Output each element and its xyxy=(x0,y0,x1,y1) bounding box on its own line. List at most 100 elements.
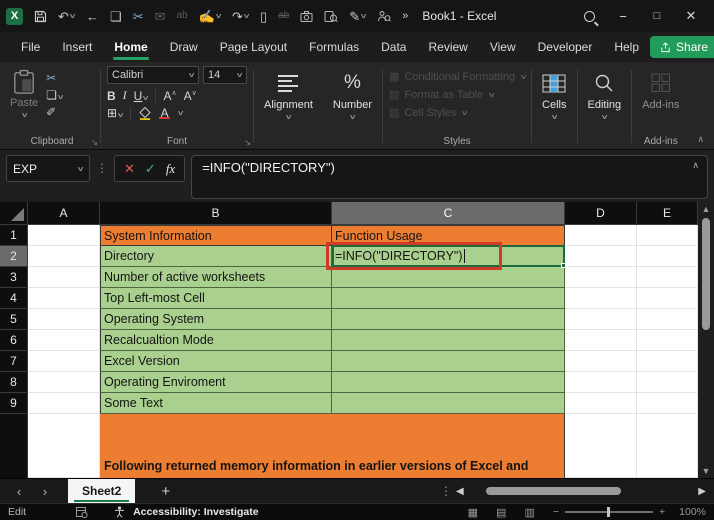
collapse-ribbon-icon[interactable]: ∧ xyxy=(697,134,704,145)
cell-e10[interactable] xyxy=(637,414,698,478)
next-sheet-icon[interactable]: › xyxy=(34,484,56,499)
cell-c9[interactable] xyxy=(332,393,565,414)
macro-record-icon[interactable] xyxy=(76,506,88,518)
insert-function-button[interactable]: fx xyxy=(166,161,175,177)
row-header-7[interactable]: 7 xyxy=(0,351,28,372)
person-search-icon[interactable] xyxy=(377,10,392,23)
minimize-button[interactable]: − xyxy=(606,1,640,31)
copy-icon[interactable]: ❏ xyxy=(110,10,122,23)
cell-e9[interactable] xyxy=(637,393,698,414)
page-layout-view-icon[interactable]: ▤ xyxy=(496,506,506,519)
paste-button[interactable]: Paste ∨ xyxy=(10,66,38,122)
row-header-8[interactable]: 8 xyxy=(0,372,28,393)
cell-a2[interactable] xyxy=(28,246,100,267)
row-header-1[interactable]: 1 xyxy=(0,225,28,246)
italic-button[interactable]: I xyxy=(123,88,127,103)
cell-e3[interactable] xyxy=(637,267,698,288)
close-button[interactable]: ✕ xyxy=(674,1,708,31)
cell-c8[interactable] xyxy=(332,372,565,393)
cell-d1[interactable] xyxy=(565,225,637,246)
cell-e7[interactable] xyxy=(637,351,698,372)
cell-c3[interactable] xyxy=(332,267,565,288)
cell-a4[interactable] xyxy=(28,288,100,309)
cell-c1[interactable]: Function Usage xyxy=(332,225,565,246)
bold-button[interactable]: B xyxy=(107,89,116,103)
page-break-view-icon[interactable]: ▥ xyxy=(524,506,534,519)
cell-d3[interactable] xyxy=(565,267,637,288)
cell-a5[interactable] xyxy=(28,309,100,330)
cell-b8[interactable]: Operating Enviroment xyxy=(100,372,332,393)
cell-e5[interactable] xyxy=(637,309,698,330)
cell-a1[interactable] xyxy=(28,225,100,246)
normal-view-icon[interactable]: ▦ xyxy=(468,506,478,519)
row-header-9[interactable]: 9 xyxy=(0,393,28,414)
copy-button[interactable]: ❏∨ xyxy=(46,87,64,104)
row-header-5[interactable]: 5 xyxy=(0,309,28,330)
ribbon-group-editing[interactable]: Editing ∨ xyxy=(578,64,632,149)
cell-a9[interactable] xyxy=(28,393,100,414)
col-header-e[interactable]: E xyxy=(637,202,698,225)
dialog-launcher-icon[interactable]: ↘ xyxy=(244,138,251,147)
new-file-icon[interactable]: ▯ xyxy=(260,10,267,23)
tab-file[interactable]: File xyxy=(10,33,51,62)
tab-draw[interactable]: Draw xyxy=(159,33,209,62)
zoom-level[interactable]: 100% xyxy=(679,506,706,518)
lookup-book-icon[interactable] xyxy=(324,10,338,23)
select-all-corner[interactable] xyxy=(0,202,28,225)
cell-d9[interactable] xyxy=(565,393,637,414)
qat-overflow-icon[interactable]: » xyxy=(402,10,408,22)
cell-b7[interactable]: Excel Version xyxy=(100,351,332,372)
cut-icon[interactable]: ✂ xyxy=(133,10,144,23)
formula-input[interactable]: =INFO("DIRECTORY") ∧ xyxy=(191,155,708,199)
cell-d7[interactable] xyxy=(565,351,637,372)
cell-b5[interactable]: Operating System xyxy=(100,309,332,330)
formula-bar-grip-icon[interactable]: ⋮ xyxy=(96,155,108,175)
cell-b1[interactable]: System Information xyxy=(100,225,332,246)
borders-button[interactable]: ⊞∨ xyxy=(107,106,125,120)
maximize-button[interactable]: □ xyxy=(640,1,674,31)
cell-d6[interactable] xyxy=(565,330,637,351)
cell-a3[interactable] xyxy=(28,267,100,288)
tab-formulas[interactable]: Formulas xyxy=(298,33,370,62)
save-icon[interactable] xyxy=(34,10,47,23)
row-header-6[interactable]: 6 xyxy=(0,330,28,351)
vertical-scroll-thumb[interactable] xyxy=(702,218,710,330)
row-header-4[interactable]: 4 xyxy=(0,288,28,309)
ribbon-group-alignment[interactable]: Alignment ∨ xyxy=(254,64,323,149)
name-box[interactable]: EXP ∨ xyxy=(6,155,90,182)
cell-b6[interactable]: Recalcualtion Mode xyxy=(100,330,332,351)
fill-color-button[interactable] xyxy=(138,106,152,120)
share-button[interactable]: Share ∨ xyxy=(650,36,714,58)
cell-c5[interactable] xyxy=(332,309,565,330)
excel-logo-icon[interactable]: X xyxy=(6,7,23,25)
grow-font-button[interactable]: A∧ xyxy=(163,89,176,103)
ribbon-group-cells[interactable]: Cells ∨ xyxy=(532,64,576,149)
underline-button[interactable]: U∨ xyxy=(134,89,150,103)
tab-options-icon[interactable]: ⋮ xyxy=(440,484,452,498)
tab-page-layout[interactable]: Page Layout xyxy=(209,33,298,62)
draw-pen-icon[interactable]: ✎ ∨ xyxy=(349,10,368,23)
row-header-2[interactable]: 2 xyxy=(0,246,28,267)
tab-developer[interactable]: Developer xyxy=(527,33,604,62)
enter-button[interactable]: ✓ xyxy=(145,161,156,177)
tab-view[interactable]: View xyxy=(479,33,527,62)
cell-a6[interactable] xyxy=(28,330,100,351)
cell-e2[interactable] xyxy=(637,246,698,267)
cell-a8[interactable] xyxy=(28,372,100,393)
cell-b2[interactable]: Directory xyxy=(100,246,332,267)
scroll-right-icon[interactable]: ▶ xyxy=(698,486,706,497)
col-header-a[interactable]: A xyxy=(28,202,100,225)
back-icon[interactable]: ← xyxy=(86,10,99,23)
font-name-select[interactable]: Calibri ∨ xyxy=(107,66,199,84)
cell-e4[interactable] xyxy=(637,288,698,309)
shrink-font-button[interactable]: A∨ xyxy=(184,89,197,103)
zoom-slider[interactable] xyxy=(565,507,653,517)
font-size-select[interactable]: 14 ∨ xyxy=(203,66,247,84)
scroll-down-icon[interactable]: ▼ xyxy=(702,464,711,478)
expand-formula-bar-icon[interactable]: ∧ xyxy=(692,160,699,171)
cell-b3[interactable]: Number of active worksheets xyxy=(100,267,332,288)
horizontal-scrollbar[interactable]: ◀ ▶ xyxy=(456,485,706,497)
cell-d5[interactable] xyxy=(565,309,637,330)
cell-c6[interactable] xyxy=(332,330,565,351)
cell-e8[interactable] xyxy=(637,372,698,393)
